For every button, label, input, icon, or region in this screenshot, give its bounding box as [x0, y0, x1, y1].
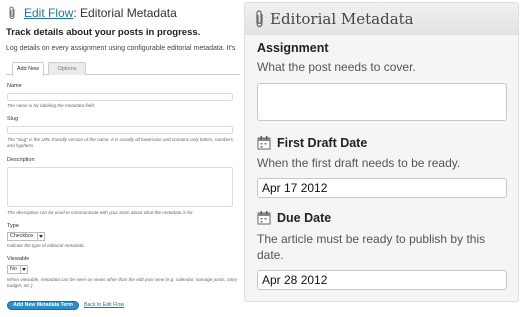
- paperclip-icon: [9, 6, 15, 20]
- editorial-metadata-box: Editorial Metadata Assignment What the p…: [244, 2, 519, 302]
- chevron-down-icon: [19, 266, 27, 273]
- box-title: Editorial Metadata: [270, 9, 414, 28]
- tab-bar: Add New Options: [6, 62, 240, 76]
- page-title: Editorial Metadata: [80, 6, 177, 20]
- type-hint: Indicate the type of editorial metadata.: [7, 243, 85, 248]
- name-input[interactable]: [7, 93, 233, 101]
- assignment-textarea[interactable]: [257, 83, 507, 121]
- description-hint: The description can be used to communica…: [7, 210, 194, 215]
- type-select[interactable]: Checkbox: [7, 232, 45, 241]
- due-date-input[interactable]: Apr 28 2012: [257, 270, 507, 290]
- slug-label: Slug: [7, 116, 19, 122]
- add-metadata-term-button[interactable]: Add New Metadata Term: [7, 301, 79, 310]
- description-textarea[interactable]: [7, 167, 233, 207]
- calendar-icon: [257, 211, 271, 225]
- tab-add-new[interactable]: Add New: [12, 62, 44, 76]
- description-label: Description: [7, 157, 35, 163]
- back-to-edit-flow-link[interactable]: Back to Edit Flow: [84, 302, 124, 308]
- page-subheading: Track details about your posts in progre…: [6, 27, 201, 38]
- name-hint: The name is for labeling the metadata fi…: [7, 103, 96, 108]
- viewable-hint: When viewable, metadata can be seen on v…: [7, 277, 238, 288]
- chevron-down-icon: [36, 233, 44, 240]
- breadcrumb-separator: :: [73, 6, 77, 20]
- viewable-select-value: No: [10, 266, 17, 272]
- breadcrumb: Edit Flow: Editorial Metadata: [24, 6, 177, 20]
- slug-hint: The "slug" is the URL-friendly version o…: [7, 137, 235, 148]
- calendar-icon: [257, 136, 271, 150]
- first-draft-label: First Draft Date: [257, 135, 367, 150]
- name-label: Name: [7, 83, 22, 89]
- first-draft-label-text: First Draft Date: [277, 135, 368, 150]
- assignment-label: Assignment: [257, 41, 329, 55]
- tab-options[interactable]: Options: [48, 62, 86, 75]
- due-date-description: The article must be ready to publish by …: [257, 232, 486, 262]
- viewable-label: Viewable: [7, 256, 30, 262]
- type-select-value: Checkbox: [10, 233, 34, 239]
- type-label: Type: [7, 223, 19, 229]
- page-header: Edit Flow: Editorial Metadata: [6, 5, 177, 21]
- add-metadata-page: Edit Flow: Editorial Metadata Track deta…: [0, 0, 240, 317]
- edit-flow-link[interactable]: Edit Flow: [24, 6, 73, 20]
- due-date-label: Due Date: [257, 210, 331, 225]
- assignment-label-text: Assignment: [257, 41, 329, 55]
- first-draft-description: When the first draft needs to be ready.: [257, 156, 461, 170]
- box-header: Editorial Metadata: [245, 3, 518, 35]
- viewable-select[interactable]: No: [7, 265, 28, 274]
- first-draft-date-input[interactable]: Apr 17 2012: [257, 178, 507, 198]
- due-date-label-text: Due Date: [277, 210, 332, 225]
- page-description: Log details on every assignment using co…: [6, 45, 236, 52]
- paperclip-icon: [256, 9, 263, 27]
- assignment-description: What the post needs to cover.: [257, 60, 416, 74]
- slug-input[interactable]: [7, 126, 233, 134]
